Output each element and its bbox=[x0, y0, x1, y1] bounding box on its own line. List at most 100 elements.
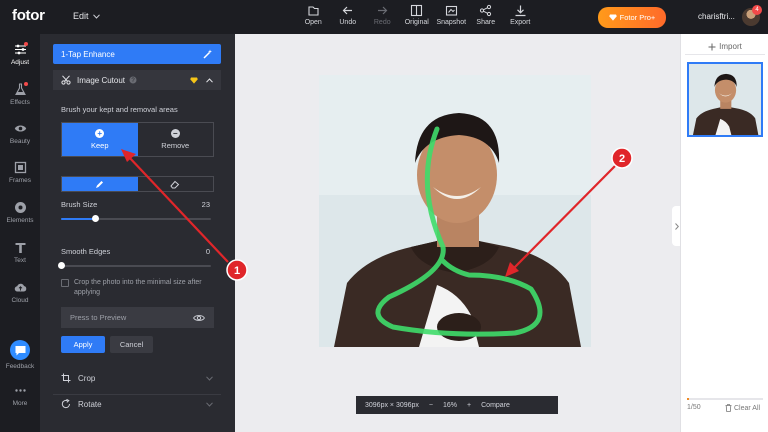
username[interactable]: charisftri... bbox=[698, 12, 735, 21]
eraser-tool-button[interactable] bbox=[138, 177, 214, 191]
toolbar-open-button[interactable]: Open bbox=[296, 4, 331, 26]
rotate-icon bbox=[61, 399, 71, 409]
zoom-out-button[interactable]: − bbox=[429, 402, 433, 409]
zoom-in-button[interactable]: + bbox=[467, 402, 471, 409]
edit-menu[interactable]: Edit bbox=[73, 11, 100, 21]
image-cutout-label: Image Cutout bbox=[77, 75, 126, 85]
brush-tool-button[interactable] bbox=[62, 177, 138, 191]
share-icon bbox=[480, 4, 492, 17]
chevron-down-icon bbox=[206, 375, 213, 381]
import-button[interactable]: Import bbox=[685, 39, 765, 55]
toolbar-label: Snapshot bbox=[436, 19, 467, 26]
crop-section[interactable]: Crop bbox=[53, 369, 221, 387]
magic-wand-icon bbox=[203, 49, 212, 59]
keep-button[interactable]: + Keep bbox=[62, 123, 138, 156]
rail-item-cloud[interactable]: Cloud bbox=[0, 281, 40, 304]
eye-icon bbox=[14, 125, 26, 132]
rail-item-label: Adjust bbox=[10, 59, 30, 66]
plus-icon bbox=[708, 43, 716, 50]
crop-minimal-checkbox[interactable] bbox=[61, 279, 69, 287]
toolbar-label: Undo bbox=[339, 19, 357, 26]
toolbar-redo-button[interactable]: Redo bbox=[365, 4, 400, 26]
minus-circle-icon: − bbox=[170, 129, 180, 138]
help-circle-icon[interactable]: ? bbox=[129, 76, 137, 84]
text-t-icon bbox=[15, 243, 25, 253]
smooth-edges-value: 0 bbox=[205, 247, 210, 256]
usage-progress-fill bbox=[687, 398, 689, 400]
compare-button[interactable]: Compare bbox=[481, 402, 510, 409]
notification-dot bbox=[24, 42, 28, 46]
redo-arrow-icon bbox=[377, 6, 388, 15]
rail-item-text[interactable]: Text bbox=[0, 241, 40, 264]
cancel-button[interactable]: Cancel bbox=[110, 336, 153, 353]
apply-button[interactable]: Apply bbox=[61, 336, 105, 353]
download-icon bbox=[515, 5, 526, 17]
image-dimensions: 3096px × 3096px bbox=[365, 401, 419, 409]
chevron-right-icon bbox=[674, 222, 679, 230]
crop-label: Crop bbox=[78, 373, 96, 383]
eraser-icon bbox=[170, 180, 180, 188]
toolbar: Open Undo Redo Original Snapshot Share Export bbox=[296, 4, 538, 26]
rail-item-elements[interactable]: Elements bbox=[0, 201, 40, 224]
toolbar-share-button[interactable]: Share bbox=[469, 4, 504, 26]
photo-illustration bbox=[319, 75, 591, 347]
rail-item-feedback[interactable]: Feedback bbox=[0, 340, 40, 370]
frame-icon bbox=[14, 161, 26, 174]
clear-all-button[interactable]: Clear All bbox=[725, 404, 760, 412]
remove-button[interactable]: − Remove bbox=[138, 123, 214, 156]
smooth-edges-handle[interactable] bbox=[57, 262, 65, 269]
fotor-logo[interactable]: fotor bbox=[12, 7, 45, 24]
rotate-section[interactable]: Rotate bbox=[53, 395, 221, 413]
toolbar-export-button[interactable]: Export bbox=[503, 4, 538, 26]
cloud-upload-icon bbox=[14, 283, 26, 292]
original-image-icon bbox=[411, 4, 423, 17]
smooth-edges-slider[interactable] bbox=[57, 262, 211, 269]
brush-size-fill bbox=[61, 218, 96, 220]
one-tap-enhance-label: 1-Tap Enhance bbox=[61, 49, 115, 59]
rail-item-adjust[interactable]: Adjust bbox=[0, 42, 40, 66]
photo-thumbnail[interactable] bbox=[687, 62, 763, 137]
preview-label: Press to Preview bbox=[70, 313, 127, 322]
clear-all-label: Clear All bbox=[734, 404, 761, 412]
keep-remove-toggle: + Keep − Remove bbox=[61, 122, 214, 157]
smooth-edges-label: Smooth Edges bbox=[61, 247, 111, 256]
feedback-bubble-icon bbox=[10, 340, 30, 360]
fotor-pro-button[interactable]: Fotor Pro+ bbox=[598, 7, 666, 28]
scissors-icon bbox=[61, 75, 71, 85]
toolbar-undo-button[interactable]: Undo bbox=[331, 4, 366, 26]
import-label: Import bbox=[719, 42, 742, 51]
brush-size-value: 23 bbox=[201, 200, 210, 209]
toolbar-label: Original bbox=[404, 19, 429, 26]
toolbar-original-button[interactable]: Original bbox=[400, 4, 435, 26]
rail-item-beauty[interactable]: Beauty bbox=[0, 122, 40, 145]
thumbnail-illustration bbox=[689, 64, 761, 135]
edit-menu-label: Edit bbox=[73, 11, 89, 21]
eye-icon bbox=[193, 314, 205, 321]
rail-item-label: Beauty bbox=[9, 138, 31, 145]
chevron-up-icon[interactable] bbox=[206, 77, 213, 83]
brush-size-handle[interactable] bbox=[92, 215, 99, 222]
toolbar-snapshot-button[interactable]: Snapshot bbox=[434, 4, 469, 26]
toolbar-label: Redo bbox=[373, 19, 391, 26]
editing-canvas: 3096px × 3096px − 16% + Compare bbox=[235, 34, 672, 432]
press-to-preview-button[interactable]: Press to Preview bbox=[61, 307, 214, 328]
toolbar-label: Share bbox=[476, 19, 496, 26]
fotor-pro-label: Fotor Pro+ bbox=[619, 13, 656, 22]
crop-minimal-label: Crop the photo into the minimal size aft… bbox=[74, 279, 202, 296]
rail-item-more[interactable]: More bbox=[0, 384, 40, 407]
undo-arrow-icon bbox=[342, 6, 353, 15]
toolbar-label: Open bbox=[304, 19, 322, 26]
canvas-bottom-bar: 3096px × 3096px − 16% + Compare bbox=[356, 396, 558, 414]
rail-item-label: Effects bbox=[10, 99, 30, 106]
image-cutout-header[interactable]: Image Cutout ? bbox=[53, 70, 221, 90]
rail-item-frames[interactable]: Frames bbox=[0, 161, 40, 184]
brush-size-slider[interactable] bbox=[61, 215, 211, 222]
premium-diamond-icon bbox=[190, 77, 198, 84]
cutout-hint: Brush your kept and removal areas bbox=[61, 105, 178, 114]
editing-photo[interactable] bbox=[319, 75, 591, 347]
one-tap-enhance-button[interactable]: 1-Tap Enhance bbox=[53, 44, 221, 64]
rail-item-effects[interactable]: Effects bbox=[0, 82, 40, 106]
right-sidebar: Import 1/50 Clear All bbox=[680, 34, 768, 432]
open-file-icon bbox=[308, 6, 319, 16]
rail-item-label: Feedback bbox=[5, 363, 35, 370]
